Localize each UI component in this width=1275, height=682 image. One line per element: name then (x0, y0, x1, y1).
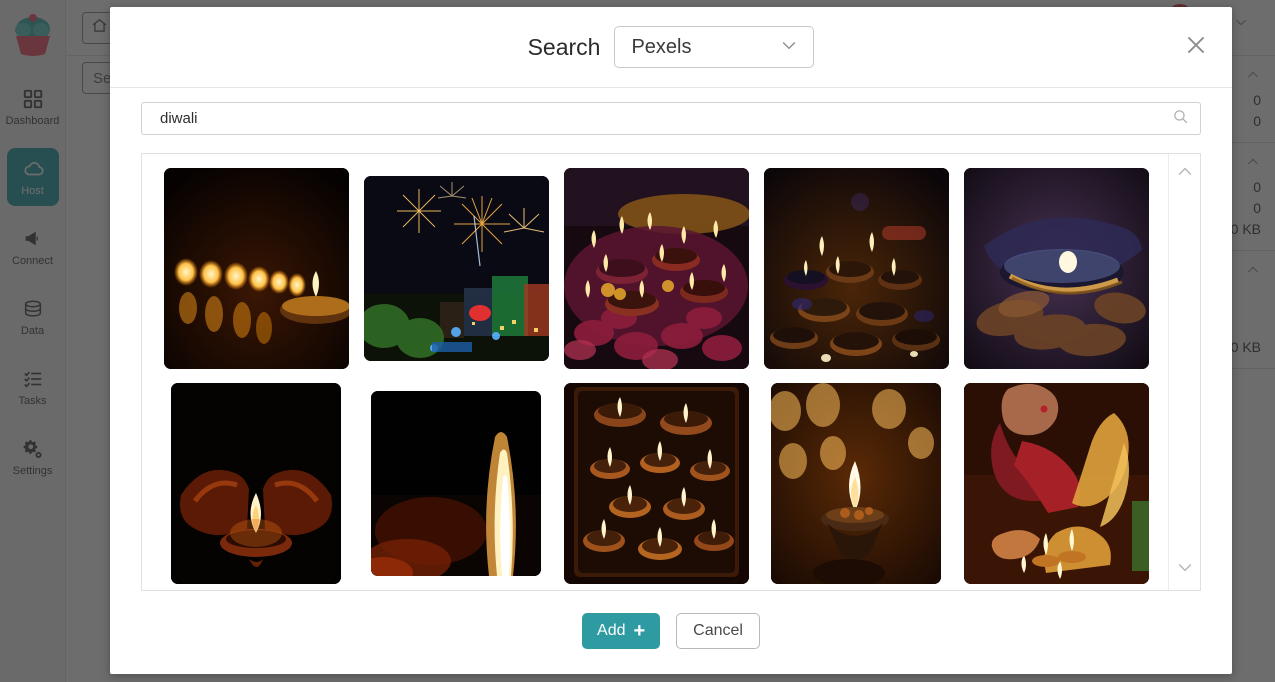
close-button[interactable] (1174, 25, 1218, 69)
modal-body: Add + Cancel (110, 88, 1232, 674)
chevron-up-icon[interactable] (1175, 162, 1195, 187)
result-thumbnail[interactable] (163, 168, 349, 369)
close-icon (1183, 32, 1209, 63)
result-thumbnail[interactable] (563, 168, 749, 369)
result-item[interactable] (156, 168, 356, 369)
add-button-label: Add (597, 621, 626, 639)
cancel-button-label: Cancel (693, 621, 743, 639)
result-thumbnail[interactable] (771, 383, 941, 584)
result-item[interactable] (356, 168, 556, 369)
results-grid (142, 154, 1200, 584)
result-thumbnail[interactable] (371, 391, 541, 576)
chevron-down-icon[interactable] (1175, 557, 1195, 582)
result-item[interactable] (956, 168, 1156, 369)
result-item[interactable] (756, 383, 956, 584)
result-thumbnail[interactable] (563, 383, 749, 584)
search-icon (1172, 108, 1189, 130)
source-select[interactable]: Pexels (614, 26, 815, 68)
cancel-button[interactable]: Cancel (676, 612, 760, 649)
source-select-value: Pexels (631, 35, 692, 58)
result-item[interactable] (556, 383, 756, 584)
results-grid-container (141, 153, 1201, 591)
result-item[interactable] (156, 383, 356, 584)
result-thumbnail[interactable] (963, 383, 1149, 584)
add-button[interactable]: Add + (582, 612, 661, 649)
screen: Dashboard Host C (0, 0, 1275, 682)
result-thumbnail[interactable] (363, 176, 549, 361)
result-thumbnail[interactable] (763, 168, 949, 369)
result-item[interactable] (356, 383, 556, 584)
chevron-down-icon (779, 35, 799, 60)
plus-icon: + (633, 619, 646, 642)
search-modal: Search Pexels diwali Add + Cancel (110, 7, 1232, 674)
search-button[interactable] (1169, 108, 1191, 130)
page-title: Search (527, 33, 601, 60)
result-thumbnail[interactable] (171, 383, 341, 584)
result-item[interactable] (556, 168, 756, 369)
result-item[interactable] (956, 383, 1156, 584)
modal-header: Search Pexels (110, 7, 1232, 88)
search-input[interactable] (141, 102, 1201, 135)
search-row (141, 102, 1201, 135)
result-thumbnail[interactable] (963, 168, 1149, 369)
result-item[interactable] (756, 168, 956, 369)
modal-footer: Add + Cancel (141, 591, 1201, 674)
results-scrollbar[interactable] (1168, 154, 1200, 590)
